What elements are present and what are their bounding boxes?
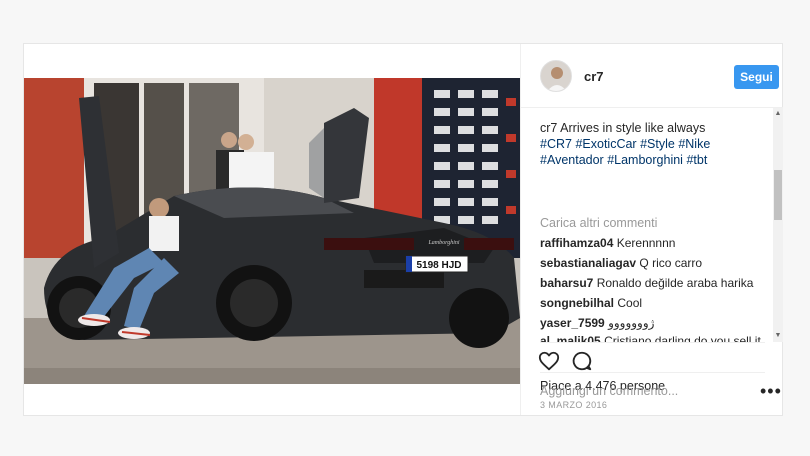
comment-text: Cool bbox=[617, 296, 643, 310]
post-caption: cr7 Arrives in style like always #CR7 #E… bbox=[540, 120, 740, 168]
comment-username[interactable]: songnebilhal bbox=[540, 296, 614, 310]
caption-username[interactable]: cr7 bbox=[540, 121, 557, 135]
comment-item: baharsu7 Ronaldo değilde araba harika bbox=[540, 276, 770, 290]
comment-username[interactable]: yaser_7599 bbox=[540, 316, 605, 330]
hashtag[interactable]: #ExoticCar bbox=[575, 137, 636, 151]
more-options-icon[interactable]: ••• bbox=[760, 381, 782, 402]
post-media: 5198 HJD Lamborghini bbox=[24, 44, 520, 415]
actions-divider bbox=[540, 342, 765, 343]
hashtag[interactable]: #Nike bbox=[678, 137, 710, 151]
comment-username[interactable]: sebastianaliagav bbox=[540, 256, 636, 270]
comment-text: Q rico carro bbox=[639, 256, 703, 270]
instagram-post: 5198 HJD Lamborghini cr7 Segui cr7 Arriv… bbox=[23, 43, 783, 416]
follow-button[interactable]: Segui bbox=[734, 65, 779, 89]
comment-text: Cristiano darling do you sell it bbox=[604, 334, 761, 342]
hashtag[interactable]: #Aventador bbox=[540, 153, 604, 167]
hashtag[interactable]: #Lamborghini bbox=[607, 153, 683, 167]
load-more-comments[interactable]: Carica altri commenti bbox=[540, 216, 657, 230]
car-badge-text: Lamborghini bbox=[427, 240, 459, 246]
comment-item: raffihamza04 Kerennnnn bbox=[540, 236, 770, 250]
hashtag[interactable]: #CR7 bbox=[540, 137, 572, 151]
comment-username[interactable]: al_malik05 bbox=[540, 334, 601, 342]
comment-item: sebastianaliagav Q rico carro bbox=[540, 256, 770, 270]
comment-username[interactable]: baharsu7 bbox=[540, 276, 593, 290]
comment-text: ژووووووو bbox=[608, 316, 655, 330]
comment-text: Kerennnnn bbox=[616, 236, 676, 250]
comment-bar-divider bbox=[540, 372, 765, 373]
post-photo[interactable]: 5198 HJD Lamborghini bbox=[24, 78, 520, 384]
comment-text: Ronaldo değilde araba harika bbox=[596, 276, 754, 290]
scrollbar-thumb[interactable] bbox=[774, 170, 782, 220]
add-comment-bar: ••• bbox=[521, 372, 783, 415]
car-photo-illustration: 5198 HJD Lamborghini bbox=[24, 78, 520, 384]
comments-section: cr7 Arrives in style like always #CR7 #E… bbox=[521, 108, 783, 342]
comment-item: songnebilhal Cool bbox=[540, 296, 770, 310]
hashtag[interactable]: #Style bbox=[640, 137, 675, 151]
avatar[interactable] bbox=[540, 60, 572, 92]
comment-bubble-icon[interactable] bbox=[571, 350, 593, 372]
comments-scrollbar[interactable]: ▲ ▼ bbox=[773, 108, 783, 342]
comment-item: yaser_7599 ژووووووو bbox=[540, 316, 770, 330]
caption-text: Arrives in style like always bbox=[560, 121, 706, 135]
post-sidebar: cr7 Segui cr7 Arrives in style like alwa… bbox=[520, 44, 783, 415]
hashtag[interactable]: #tbt bbox=[686, 153, 707, 167]
scroll-down-arrow-icon[interactable]: ▼ bbox=[774, 332, 782, 340]
username[interactable]: cr7 bbox=[584, 69, 604, 84]
scroll-up-arrow-icon[interactable]: ▲ bbox=[774, 110, 782, 118]
post-header: cr7 Segui bbox=[521, 44, 783, 108]
comment-username[interactable]: raffihamza04 bbox=[540, 236, 613, 250]
comment-item: al_malik05 Cristiano darling do you sell… bbox=[540, 334, 770, 342]
add-comment-input[interactable] bbox=[540, 384, 740, 398]
heart-icon[interactable] bbox=[538, 350, 560, 372]
avatar-image bbox=[541, 61, 571, 91]
license-plate-text: 5198 HJD bbox=[416, 260, 461, 271]
